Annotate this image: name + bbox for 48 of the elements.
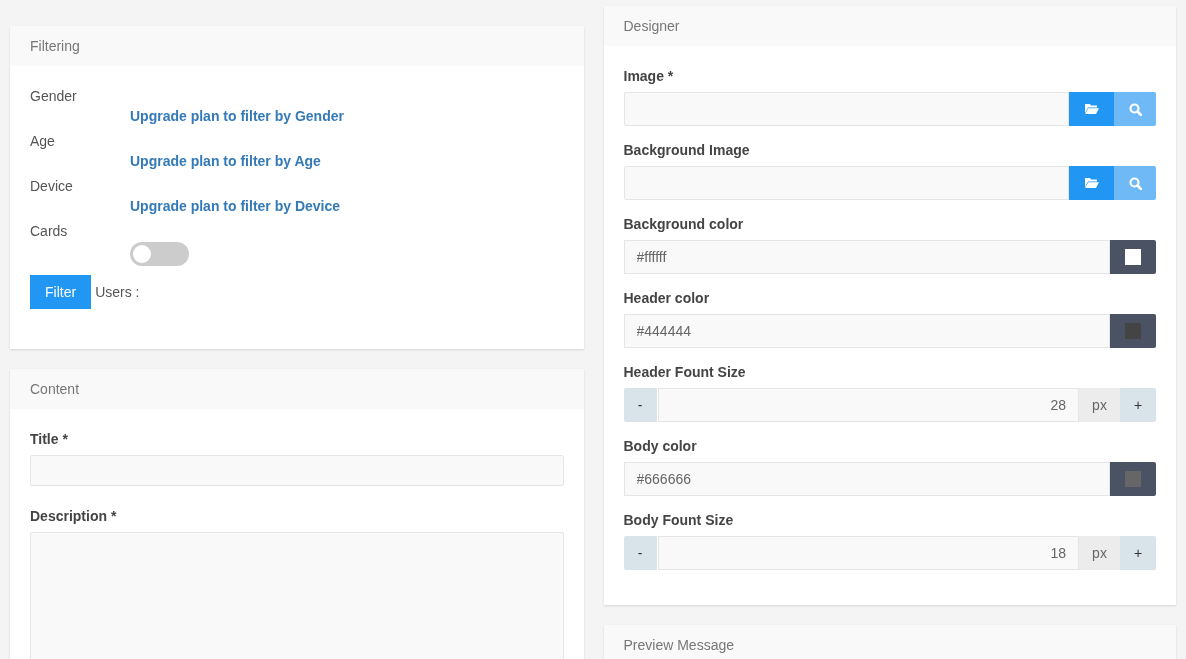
unit-label: px bbox=[1079, 388, 1120, 422]
filter-label: Cards bbox=[30, 222, 68, 241]
color-input[interactable]: #666666 bbox=[623, 462, 1110, 496]
toggle-switch[interactable] bbox=[130, 242, 189, 266]
filter-button[interactable]: Filter bbox=[30, 275, 92, 309]
file-path-input[interactable] bbox=[623, 92, 1069, 126]
unit-label: px bbox=[1079, 536, 1120, 570]
field-label: Header color bbox=[623, 289, 710, 308]
decrement-button[interactable]: - bbox=[623, 536, 657, 570]
search-icon bbox=[1128, 176, 1142, 190]
field-label: Description * bbox=[30, 507, 117, 527]
card-title: Preview Message bbox=[623, 635, 734, 655]
folder-icon bbox=[1084, 103, 1099, 115]
number-input[interactable]: 18 bbox=[657, 536, 1079, 570]
color-input[interactable]: #ffffff bbox=[623, 240, 1110, 274]
card-title: Designer bbox=[623, 16, 680, 36]
users-label: Users : bbox=[95, 282, 140, 302]
field-label: Background Image bbox=[623, 141, 750, 160]
field-label: Header Fount Size bbox=[623, 363, 746, 382]
field-label: Image * bbox=[623, 67, 674, 86]
number-input[interactable]: 28 bbox=[657, 388, 1079, 422]
color-picker-button[interactable] bbox=[1110, 462, 1156, 496]
search-button[interactable] bbox=[1114, 92, 1156, 126]
filter-label: Gender bbox=[30, 87, 77, 106]
color-picker-button[interactable] bbox=[1110, 240, 1156, 274]
field-label: Background color bbox=[623, 215, 744, 234]
card-title: Content bbox=[30, 379, 80, 399]
color-picker-button[interactable] bbox=[1110, 314, 1156, 348]
browse-button[interactable] bbox=[1069, 92, 1114, 126]
upgrade-link[interactable]: Upgrade plan to filter by Device bbox=[130, 196, 341, 216]
upgrade-link[interactable]: Upgrade plan to filter by Age bbox=[130, 151, 321, 171]
search-button[interactable] bbox=[1114, 166, 1156, 200]
field-label: Body Fount Size bbox=[623, 511, 734, 530]
folder-icon bbox=[1084, 177, 1099, 189]
upgrade-link[interactable]: Upgrade plan to filter by Gender bbox=[130, 106, 344, 126]
color-input[interactable]: #444444 bbox=[623, 314, 1110, 348]
search-icon bbox=[1128, 102, 1142, 116]
file-path-input[interactable] bbox=[623, 166, 1069, 200]
decrement-button[interactable]: - bbox=[623, 388, 657, 422]
increment-button[interactable]: + bbox=[1120, 388, 1156, 422]
card-title: Filtering bbox=[30, 36, 80, 56]
increment-button[interactable]: + bbox=[1120, 536, 1156, 570]
field-label: Title * bbox=[30, 430, 68, 449]
filter-label: Device bbox=[30, 177, 73, 196]
field-label: Body color bbox=[623, 437, 697, 456]
filter-label: Age bbox=[30, 132, 55, 151]
browse-button[interactable] bbox=[1069, 166, 1114, 200]
text-input[interactable] bbox=[30, 455, 564, 487]
